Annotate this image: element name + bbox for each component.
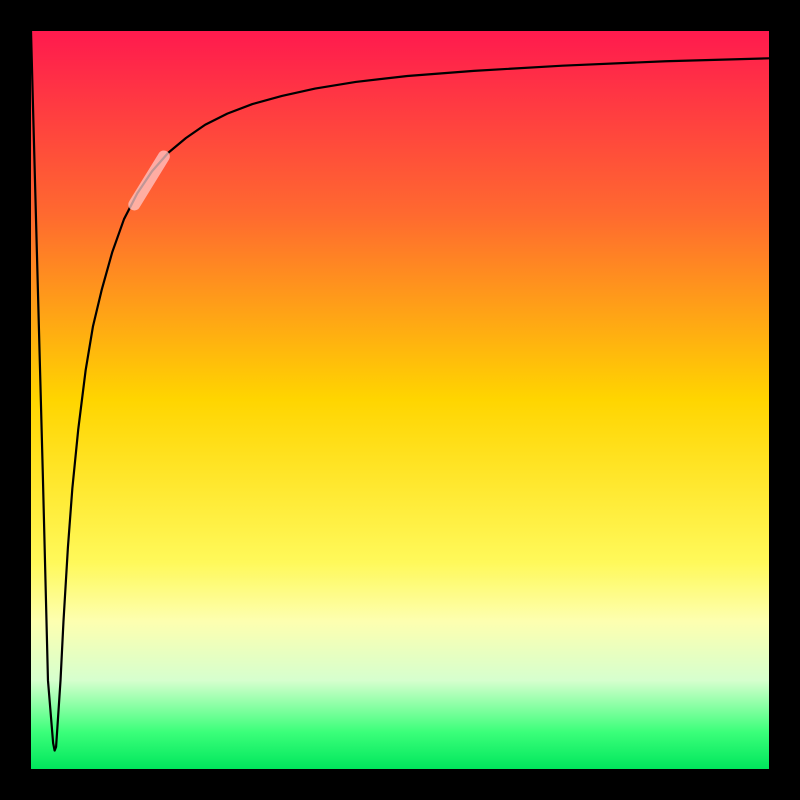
bottleneck-chart xyxy=(0,0,800,800)
chart-container: TheBottleneck.com xyxy=(0,0,800,800)
gradient-background xyxy=(31,31,769,769)
